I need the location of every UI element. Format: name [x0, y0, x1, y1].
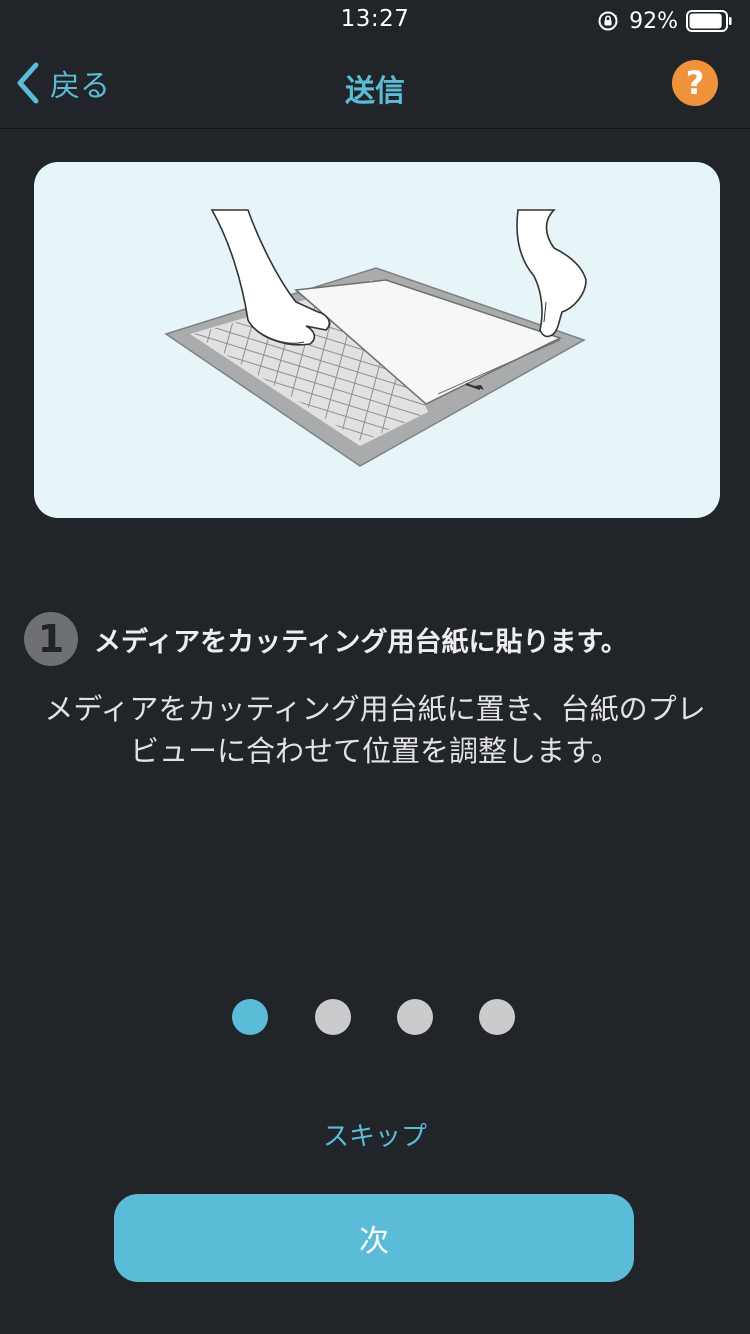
navigation-bar: 戻る 送信 ? [0, 40, 750, 129]
page-dot[interactable] [397, 999, 433, 1035]
cutting-mat-illustration [164, 209, 587, 467]
status-bar: 13:27 92% [0, 0, 750, 40]
illustration-card [34, 162, 720, 518]
step-description: メディアをカッティング用台紙に置き、台紙のプレ ビューに合わせて位置を調整します… [0, 688, 750, 772]
page-dot[interactable] [232, 999, 268, 1035]
status-indicators: 92% [597, 8, 732, 34]
step-description-line: ビューに合わせて位置を調整します。 [129, 734, 621, 768]
next-button[interactable]: 次 [114, 1194, 634, 1282]
step-heading: 1 メディアをカッティング用台紙に貼ります。 [24, 612, 734, 666]
step-number-icon: 1 [24, 612, 78, 666]
battery-percent: 92% [629, 8, 678, 34]
skip-button[interactable]: スキップ [0, 1116, 750, 1153]
lock-rotation-icon [598, 11, 618, 31]
page-dot[interactable] [315, 999, 351, 1035]
question-mark-icon: ? [685, 64, 705, 102]
page-title: 送信 [345, 74, 405, 109]
step-title: メディアをカッティング用台紙に貼ります。 [94, 626, 628, 658]
right-hand-shape [516, 209, 587, 338]
page-dot[interactable] [479, 999, 515, 1035]
app-screen: 13:27 92% 戻る 送信 ? 1 メディアをカッティング用台紙に貼ります。… [0, 0, 750, 1334]
page-indicator [0, 999, 750, 1037]
step-description-line: メディアをカッティング用台紙に置き、台紙のプレ [44, 692, 706, 726]
help-button[interactable]: ? [672, 60, 718, 106]
battery-icon [686, 10, 732, 32]
